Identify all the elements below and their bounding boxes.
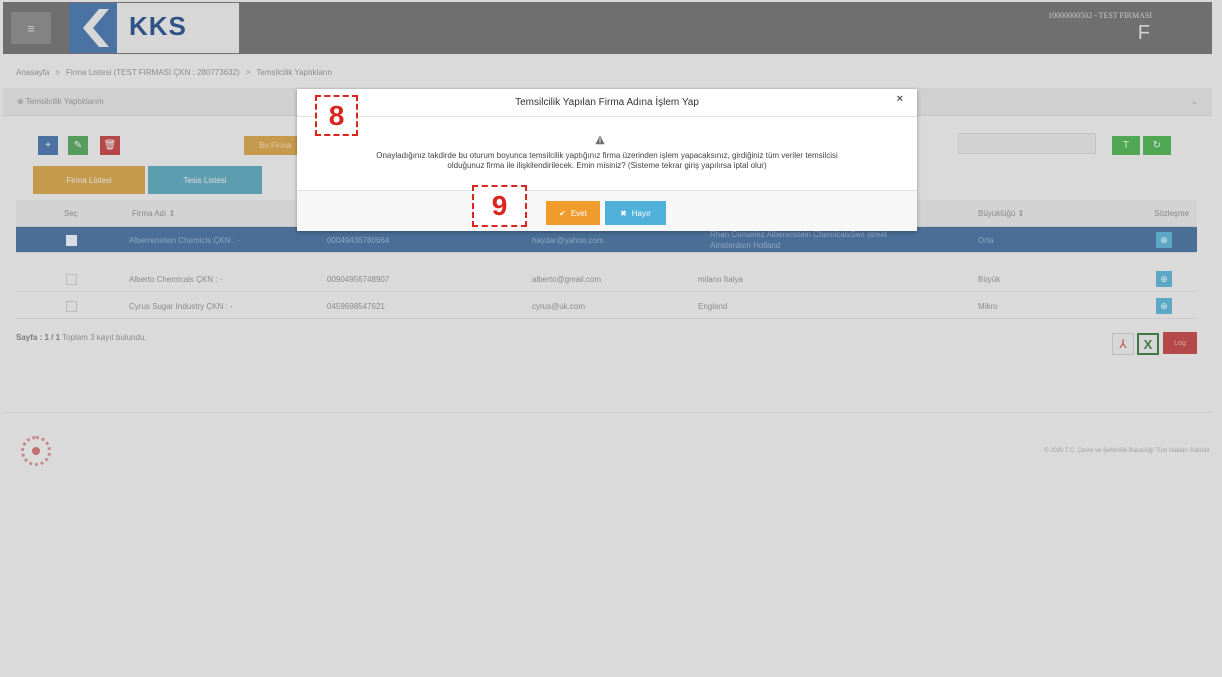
user-avatar[interactable]: F	[1138, 22, 1150, 45]
refresh-button[interactable]: ↻	[1143, 136, 1171, 155]
breadcrumb-separator-icon: >	[245, 68, 251, 77]
column-contract: Sözleşme	[1154, 209, 1190, 218]
pagination-info: Sayfa : 1 / 1 Toplam 3 kayıt bulundu.	[16, 333, 147, 342]
row-checkbox[interactable]	[66, 274, 77, 285]
row-checkbox[interactable]	[66, 235, 77, 246]
address: England	[698, 302, 728, 311]
tax-number: 00904956748907	[327, 275, 390, 284]
address-line-2: Amsterdam Holland	[710, 241, 781, 250]
pdf-export-icon[interactable]: ⅄	[1112, 333, 1134, 355]
search-input[interactable]	[958, 133, 1096, 154]
confirm-yes-button[interactable]: ✔ Evet	[546, 201, 600, 225]
firm-info[interactable]: 10000000502 - TEST FIRMASI	[1048, 11, 1152, 20]
email: haydar@yahoo.com	[532, 236, 604, 245]
email: alberto@gmail.com	[532, 275, 602, 284]
panel-title: ⊕ Temsilcilik Yaptıklarım	[17, 97, 104, 106]
tax-number: 0459698547621	[327, 302, 385, 311]
confirm-dialog: Temsilcilik Yapılan Firma Adına İşlem Ya…	[297, 89, 917, 231]
dialog-divider	[297, 116, 917, 117]
firm-size: Mikro	[978, 302, 998, 311]
close-icon: ✖	[620, 208, 627, 218]
dialog-title: Temsilcilik Yapılan Firma Adına İşlem Ya…	[515, 97, 699, 108]
edit-button[interactable]: ✎	[68, 136, 88, 155]
tab-facility-list[interactable]: Tesis Listesi	[148, 166, 262, 194]
tax-number: 00049436780664	[327, 236, 390, 245]
column-firm-name[interactable]: Firma Adı ⇕	[132, 209, 175, 218]
firm-name: Cyrus Sugar Industry ÇKN : -	[129, 302, 233, 311]
app-logo: KKS	[69, 3, 239, 53]
warning-icon	[595, 135, 605, 145]
logo-mark-icon	[69, 3, 117, 53]
top-bar: ≡ KKS 10000000502 - TEST FIRMASI F	[3, 2, 1212, 54]
no-label: Hayır	[631, 208, 651, 218]
table-row[interactable]: Cyrus Sugar Industry ÇKN : - 04596985476…	[16, 293, 1197, 319]
address: Rhan Conselez Alberenstein ChemicalsSen …	[710, 230, 887, 239]
log-button[interactable]: Log	[1163, 332, 1197, 354]
breadcrumb-current: Temsilcilik Yaptıkların	[256, 68, 333, 77]
contract-button[interactable]: ⊕	[1156, 271, 1172, 287]
page-label: Sayfa : 1 / 1	[16, 333, 61, 342]
hamburger-menu-icon[interactable]: ≡	[11, 12, 51, 44]
tab-firm-list[interactable]: Firma Listesi	[33, 166, 145, 194]
row-checkbox[interactable]	[66, 301, 77, 312]
total-records: Toplam 3 kayıt bulundu.	[62, 333, 147, 342]
column-size[interactable]: Büyüklüğü ⇕	[978, 209, 1024, 218]
firm-size: Orta	[978, 236, 994, 245]
footer-copyright: © 2020 T.C. Çevre ve Şehircilik Bakanlığ…	[1044, 448, 1210, 454]
breadcrumb-home[interactable]: Anasayfa	[16, 68, 49, 77]
close-icon[interactable]: ×	[897, 93, 903, 105]
step-8-marker: 8	[315, 95, 358, 136]
breadcrumb-firm-list[interactable]: Firma Listesi (TEST FIRMASI ÇKN : 280773…	[66, 68, 240, 77]
column-select: Seç	[64, 209, 78, 218]
circle-plus-icon: ⊕	[17, 97, 24, 106]
footer-divider	[3, 412, 1212, 413]
firm-name: Alberto Chemicals ÇKN : -	[129, 275, 223, 284]
breadcrumb: Anasayfa > Firma Listesi (TEST FIRMASI Ç…	[16, 68, 332, 77]
excel-export-icon[interactable]: X	[1137, 333, 1159, 355]
chevron-down-icon[interactable]: ⌄	[1190, 96, 1198, 107]
firm-name: Alberrenstein Chemicls ÇKN : -	[129, 236, 240, 245]
filter-button[interactable]: T	[1112, 136, 1140, 155]
firm-size: Büyük	[978, 275, 1001, 284]
email: cyrus@uk.com	[532, 302, 586, 311]
table-row[interactable]: Alberto Chemicals ÇKN : - 00904956748907…	[16, 266, 1197, 292]
contract-button[interactable]: ⊕	[1156, 232, 1172, 248]
contract-button[interactable]: ⊕	[1156, 298, 1172, 314]
confirm-no-button[interactable]: ✖ Hayır	[605, 201, 666, 225]
add-button[interactable]: +	[38, 136, 58, 155]
ministry-seal-icon	[21, 436, 51, 466]
dialog-footer: ✔ Evet ✖ Hayır	[297, 190, 917, 231]
logo-text: KKS	[129, 11, 187, 41]
breadcrumb-separator-icon: >	[55, 68, 61, 77]
delete-button[interactable]: 🗑	[100, 136, 120, 155]
check-icon: ✔	[559, 208, 566, 218]
address: milano İtalya	[698, 275, 743, 284]
act-for-firm-button[interactable]: Bu Firma	[244, 136, 300, 155]
dialog-message: Onayladığınız takdirde bu oturum boyunca…	[376, 151, 838, 170]
yes-label: Evet	[570, 208, 587, 218]
step-9-marker: 9	[472, 185, 527, 227]
